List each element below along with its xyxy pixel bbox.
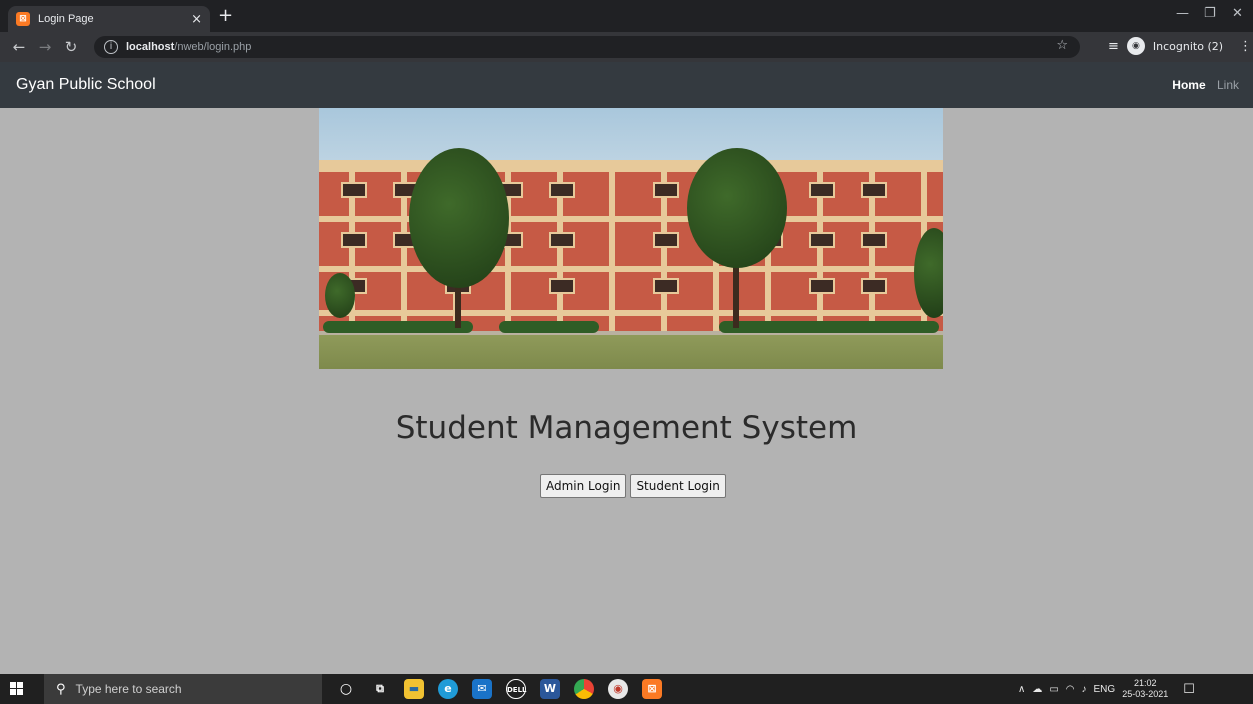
tab-close-icon[interactable]: × (191, 12, 202, 27)
reading-list-icon[interactable]: ≡ (1108, 39, 1119, 54)
site-brand[interactable]: Gyan Public School (16, 76, 156, 94)
browser-toolbar: ← → ↻ i localhost/nweb/login.php ☆ (0, 32, 1253, 62)
wifi-icon[interactable]: ◠ (1066, 684, 1075, 695)
edge-icon[interactable]: e (438, 679, 458, 699)
taskbar-search-box[interactable]: ⚲ Type here to search (44, 674, 322, 704)
student-login-button[interactable]: Student Login (630, 474, 726, 498)
windows-taskbar: ⚲ Type here to search ○ ⧉ ▬ e ✉ DELL W ◉… (0, 674, 1253, 704)
mail-icon[interactable]: ✉ (472, 679, 492, 699)
search-icon: ⚲ (56, 681, 66, 697)
battery-icon[interactable]: ▭ (1049, 684, 1058, 695)
close-window-button[interactable]: ✕ (1232, 6, 1243, 21)
menu-kebab-icon[interactable]: ⋮ (1239, 39, 1252, 54)
system-tray: ∧ ☁ ▭ ◠ ♪ ENG 21:02 25-03-2021 ☐ (1018, 674, 1195, 704)
browser-tabstrip: ⊠ Login Page × + — ❐ ✕ (0, 0, 1253, 32)
search-placeholder: Type here to search (75, 682, 182, 696)
language-indicator[interactable]: ENG (1094, 684, 1116, 695)
windows-start-icon[interactable] (10, 682, 24, 696)
incognito-icon[interactable]: ◉ (1126, 37, 1145, 55)
browser-right-controls: ≡ ◉ Incognito (2) ⋮ (1108, 37, 1252, 55)
taskbar-clock[interactable]: 21:02 25-03-2021 (1122, 678, 1168, 700)
dell-icon[interactable]: DELL (506, 679, 527, 699)
tab-login-page[interactable]: ⊠ Login Page × (8, 6, 210, 32)
school-building-image (319, 108, 943, 369)
address-bar[interactable]: i localhost/nweb/login.php ☆ (94, 36, 1080, 58)
task-view-icon[interactable]: ⧉ (370, 679, 390, 699)
taskbar-apps: ○ ⧉ ▬ e ✉ DELL W ◉ ⊠ (336, 679, 662, 699)
chrome-icon[interactable] (574, 679, 594, 699)
back-icon[interactable]: ← (12, 38, 26, 56)
file-explorer-icon[interactable]: ▬ (404, 679, 424, 699)
login-buttons: Admin Login Student Login (540, 474, 726, 498)
page-title: Student Management System (395, 410, 858, 446)
xampp-favicon-icon: ⊠ (16, 12, 30, 26)
incognito-label[interactable]: Incognito (2) (1153, 40, 1223, 53)
media-player-icon[interactable]: ◉ (608, 679, 628, 699)
notification-icon[interactable]: ☐ (1183, 681, 1195, 697)
clock-time: 21:02 (1133, 678, 1157, 688)
tray-chevron-icon[interactable]: ∧ (1018, 684, 1025, 695)
bookmark-star-icon[interactable]: ☆ (1056, 38, 1068, 53)
cortana-icon[interactable]: ○ (336, 679, 356, 699)
nav-home-link[interactable]: Home (1172, 78, 1205, 92)
reload-icon[interactable]: ↻ (64, 38, 78, 56)
restore-button[interactable]: ❐ (1204, 6, 1216, 21)
onedrive-icon[interactable]: ☁ (1032, 684, 1042, 695)
word-icon[interactable]: W (540, 679, 560, 699)
url-text: localhost/nweb/login.php (126, 41, 252, 53)
nav-links: Home Link (1172, 78, 1239, 92)
clock-date: 25-03-2021 (1122, 689, 1169, 699)
minimize-button[interactable]: — (1176, 6, 1189, 21)
site-info-icon[interactable]: i (104, 40, 118, 54)
xampp-icon[interactable]: ⊠ (642, 679, 662, 699)
nav-link-link[interactable]: Link (1217, 78, 1239, 92)
new-tab-button[interactable]: + (218, 6, 233, 26)
site-navbar: Gyan Public School Home Link (0, 62, 1253, 108)
forward-icon[interactable]: → (38, 38, 52, 56)
volume-icon[interactable]: ♪ (1082, 684, 1087, 695)
tab-title: Login Page (38, 13, 94, 25)
admin-login-button[interactable]: Admin Login (540, 474, 627, 498)
